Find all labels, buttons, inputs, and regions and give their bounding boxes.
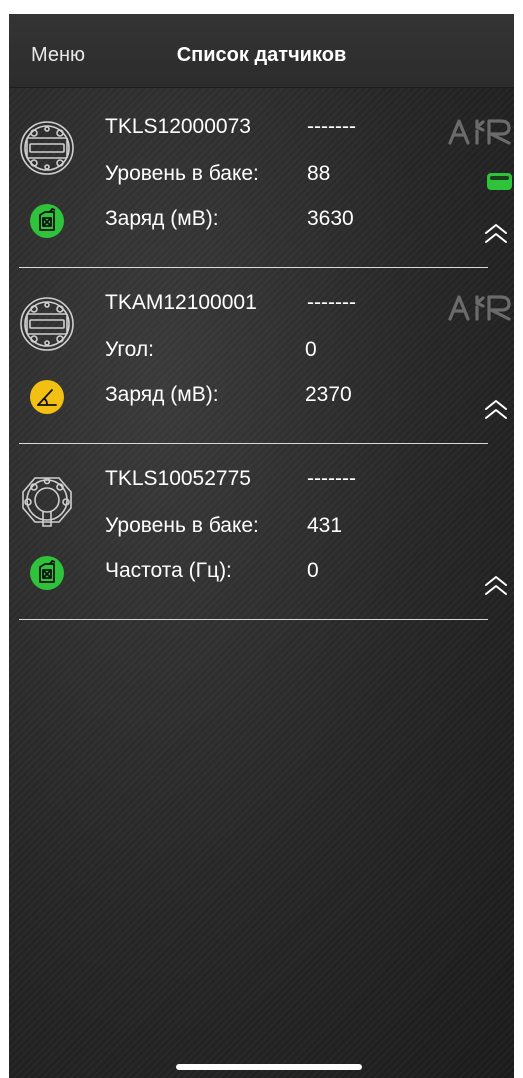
reading-value: 0 bbox=[307, 559, 319, 582]
sensor-name: TKLS12000073 bbox=[105, 115, 251, 138]
fuel-badge bbox=[30, 204, 64, 238]
angle-badge bbox=[30, 380, 64, 414]
fuel-level-sensor-icon bbox=[20, 121, 74, 175]
angle-icon bbox=[37, 389, 57, 406]
reading-label: Заряд (мВ): bbox=[105, 383, 219, 406]
sensor-card[interactable]: TKLS12000073 ------- Уровень в баке: 88 … bbox=[9, 92, 514, 268]
reading-label: Заряд (мВ): bbox=[105, 207, 219, 230]
home-indicator[interactable] bbox=[176, 1064, 362, 1070]
sensor-name: TKAM12100001 bbox=[105, 291, 257, 314]
page-title: Список датчиков bbox=[176, 44, 347, 66]
navigation-bar: Меню Список датчиков bbox=[9, 14, 514, 88]
chevron-up-double-icon[interactable] bbox=[482, 574, 510, 598]
sensor-card[interactable]: TKAM12100001 ------- Угол: 0 Заряд (мВ):… bbox=[9, 268, 514, 444]
chevron-up-double-icon[interactable] bbox=[482, 398, 510, 422]
fuel-level-sensor-icon bbox=[20, 297, 74, 351]
flange-sensor-icon bbox=[22, 477, 72, 527]
reading-value: 2370 bbox=[305, 383, 352, 406]
sensor-card[interactable]: TKLS10052775 ------- Уровень в баке: 431… bbox=[9, 444, 514, 620]
app-screen: Меню Список датчиков TKLS12000073 ------… bbox=[9, 14, 514, 1078]
sensor-name: TKLS10052775 bbox=[105, 467, 251, 490]
reading-label: Уровень в баке: bbox=[105, 162, 259, 185]
sensor-status: ------- bbox=[307, 115, 356, 138]
reading-label: Угол: bbox=[105, 338, 154, 361]
reading-value: 3630 bbox=[307, 207, 354, 230]
fuel-canister-icon bbox=[39, 560, 56, 583]
reading-value: 88 bbox=[307, 162, 331, 185]
sensor-status: ------- bbox=[307, 467, 356, 490]
card-divider bbox=[19, 619, 488, 620]
fuel-canister-icon bbox=[39, 208, 56, 231]
reading-value: 0 bbox=[305, 338, 317, 361]
reading-label: Частота (Гц): bbox=[105, 559, 232, 582]
battery-icon bbox=[487, 173, 512, 190]
sensor-status: ------- bbox=[307, 291, 356, 314]
reading-value: 431 bbox=[307, 514, 343, 537]
chevron-up-double-icon[interactable] bbox=[482, 222, 510, 246]
air-logo bbox=[448, 119, 511, 145]
reading-label: Уровень в баке: bbox=[105, 514, 259, 537]
fuel-badge bbox=[30, 556, 64, 590]
air-logo bbox=[448, 295, 511, 321]
